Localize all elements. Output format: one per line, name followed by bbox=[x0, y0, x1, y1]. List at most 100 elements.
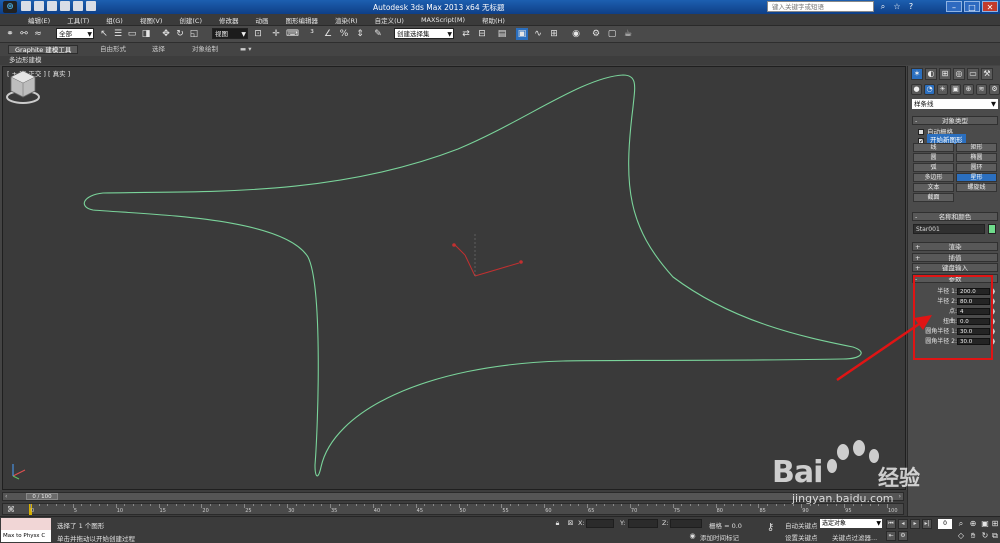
ribbon-options-icon[interactable]: ▬ ▾ bbox=[240, 45, 251, 54]
tab-graphite-modeling[interactable]: Graphite 建模工具 bbox=[8, 45, 79, 54]
star-button[interactable]: 星形 bbox=[956, 173, 997, 182]
ngon-button[interactable]: 多边形 bbox=[913, 173, 954, 182]
pan-icon[interactable]: ✋︎ bbox=[968, 531, 978, 541]
tab-freeform[interactable]: 自由形式 bbox=[100, 45, 126, 54]
menu-help[interactable]: 帮助(H) bbox=[482, 15, 505, 25]
menu-edit[interactable]: 编辑(E) bbox=[28, 15, 50, 25]
maximize-button[interactable]: □ bbox=[964, 1, 980, 12]
spinner-snap-icon[interactable]: ⇕ bbox=[354, 28, 366, 40]
shapes-icon[interactable]: ◔ bbox=[924, 84, 935, 95]
maxscript-listener-input[interactable] bbox=[1, 518, 51, 530]
menu-views[interactable]: 视图(V) bbox=[140, 15, 163, 25]
text-button[interactable]: 文本 bbox=[913, 183, 954, 192]
snap-toggle-icon[interactable]: ³ bbox=[306, 28, 318, 40]
arc-button[interactable]: 弧 bbox=[913, 163, 954, 172]
move-icon[interactable]: ✥ bbox=[160, 28, 172, 40]
help-icon[interactable]: ? bbox=[906, 2, 916, 12]
rect-selection-icon[interactable]: ▭ bbox=[126, 28, 138, 40]
search-input[interactable]: 键入关键字或短语 bbox=[767, 1, 874, 12]
align-icon[interactable]: ⊟ bbox=[476, 28, 488, 40]
zoom-extents-all-icon[interactable]: ⊞ bbox=[990, 519, 1000, 529]
x-coordinate-field[interactable] bbox=[586, 519, 614, 528]
circle-button[interactable]: 圆 bbox=[913, 153, 954, 162]
selection-filter-dropdown[interactable]: 全部 ▼ bbox=[56, 28, 94, 39]
create-panel-icon[interactable]: ✶ bbox=[911, 68, 923, 80]
maxscript-output[interactable]: Max to Physx C bbox=[1, 530, 51, 542]
go-to-start-button[interactable]: ⏮ bbox=[886, 519, 896, 529]
rollout-interpolation[interactable]: + 插值 bbox=[912, 253, 998, 262]
utilities-panel-icon[interactable]: ⚒ bbox=[981, 68, 993, 80]
current-frame-field[interactable]: 0 bbox=[938, 519, 952, 529]
select-object-icon[interactable]: ↖ bbox=[98, 28, 110, 40]
donut-button[interactable]: 圆环 bbox=[956, 163, 997, 172]
geometry-icon[interactable]: ● bbox=[911, 84, 922, 95]
add-time-tag[interactable]: 添加时间标记 bbox=[700, 532, 739, 542]
field-of-view-icon[interactable]: ◇ bbox=[956, 531, 966, 541]
time-slider-thumb[interactable]: 0 / 100 bbox=[26, 493, 58, 500]
time-config-button[interactable]: ⚙ bbox=[898, 531, 908, 541]
render-production-icon[interactable]: ☕ bbox=[622, 28, 634, 40]
scale-icon[interactable]: ◱ bbox=[188, 28, 200, 40]
undo-icon[interactable] bbox=[60, 1, 70, 11]
project-folder-icon[interactable] bbox=[86, 1, 96, 11]
percent-snap-icon[interactable]: % bbox=[338, 28, 350, 40]
zoom-all-icon[interactable]: ⊕ bbox=[968, 519, 978, 529]
menu-tools[interactable]: 工具(T) bbox=[67, 15, 89, 25]
rectangle-button[interactable]: 矩形 bbox=[956, 143, 997, 152]
time-tag-icon[interactable]: ◉ bbox=[688, 532, 697, 541]
open-file-icon[interactable] bbox=[34, 1, 44, 11]
menu-group[interactable]: 组(G) bbox=[106, 15, 123, 25]
binoculars-icon[interactable]: ⌕ bbox=[878, 2, 888, 12]
new-file-icon[interactable] bbox=[21, 1, 31, 11]
helpers-icon[interactable]: ⊕ bbox=[963, 84, 974, 95]
zoom-icon[interactable]: ⌕ bbox=[956, 519, 966, 529]
graphite-toggle-icon[interactable]: ▣ bbox=[516, 28, 528, 40]
play-button[interactable]: ▸ bbox=[910, 519, 920, 529]
rollout-rendering[interactable]: + 渲染 bbox=[912, 242, 998, 251]
window-crossing-icon[interactable]: ◨ bbox=[140, 28, 152, 40]
auto-key-button[interactable]: 自动关键点 bbox=[785, 520, 818, 530]
systems-icon[interactable]: ⚙ bbox=[989, 84, 1000, 95]
absolute-mode-icon[interactable]: ⊠ bbox=[566, 519, 575, 528]
tab-object-paint[interactable]: 对象绘制 bbox=[192, 45, 218, 54]
z-coordinate-field[interactable] bbox=[670, 519, 702, 528]
rollout-name-color[interactable]: - 名称和颜色 bbox=[912, 212, 998, 221]
track-bar[interactable]: ⌘ 0 5 10 15 20 25 30 35 40 45 50 55 60 65 70 75 80 85 90 95… bbox=[2, 503, 904, 515]
time-slider[interactable]: ‹ 0 / 100 › bbox=[2, 492, 904, 501]
next-frame-button[interactable]: ▸| bbox=[922, 519, 932, 529]
motion-panel-icon[interactable]: ◎ bbox=[953, 68, 965, 80]
reference-coord-dropdown[interactable]: 视图 ▼ bbox=[212, 28, 248, 39]
cameras-icon[interactable]: ▣ bbox=[950, 84, 961, 95]
menu-rendering[interactable]: 渲染(R) bbox=[335, 15, 358, 25]
schematic-view-icon[interactable]: ⊞ bbox=[548, 28, 560, 40]
hierarchy-panel-icon[interactable]: ⊞ bbox=[939, 68, 951, 80]
object-color-swatch[interactable] bbox=[988, 224, 996, 234]
pivot-center-icon[interactable]: ⊡ bbox=[252, 28, 264, 40]
key-mode-toggle[interactable]: ⇤ bbox=[886, 531, 896, 541]
keyboard-shortcut-icon[interactable]: ⌨ bbox=[286, 28, 299, 40]
menu-modifiers[interactable]: 修改器 bbox=[219, 15, 239, 25]
object-name-field[interactable]: Star001 bbox=[913, 224, 985, 234]
select-by-name-icon[interactable]: ☰ bbox=[112, 28, 124, 40]
minimize-button[interactable]: – bbox=[946, 1, 962, 12]
bind-space-warp-icon[interactable]: ≈ bbox=[32, 28, 44, 40]
zoom-extents-icon[interactable]: ▣ bbox=[980, 519, 990, 529]
viewcube-icon[interactable] bbox=[3, 67, 43, 107]
lock-selection-icon[interactable]: 🔒︎ bbox=[553, 519, 562, 528]
shape-category-dropdown[interactable]: 样条线 ▼ bbox=[912, 99, 998, 109]
menu-animation[interactable]: 动画 bbox=[256, 15, 269, 25]
edit-named-selection-icon[interactable]: ✎ bbox=[372, 28, 384, 40]
section-button[interactable]: 截面 bbox=[913, 193, 954, 202]
redo-icon[interactable] bbox=[73, 1, 83, 11]
unlink-icon[interactable]: ⚯ bbox=[18, 28, 30, 40]
viewport-front[interactable]: [ + ] [ 正交 ] [ 真实 ] bbox=[2, 66, 906, 490]
tab-selection[interactable]: 选择 bbox=[152, 45, 165, 54]
mirror-icon[interactable]: ⇄ bbox=[460, 28, 472, 40]
key-mode-dropdown[interactable]: 选定对象 ▼ bbox=[820, 519, 882, 528]
space-warps-icon[interactable]: ≋ bbox=[976, 84, 987, 95]
app-logo-icon[interactable]: ⊛ bbox=[3, 1, 17, 13]
orbit-icon[interactable]: ↻ bbox=[980, 531, 990, 541]
set-key-button[interactable]: 设置关键点 bbox=[785, 532, 818, 542]
menu-graph-editors[interactable]: 图形编辑器 bbox=[286, 15, 319, 25]
previous-frame-button[interactable]: ◂ bbox=[898, 519, 908, 529]
